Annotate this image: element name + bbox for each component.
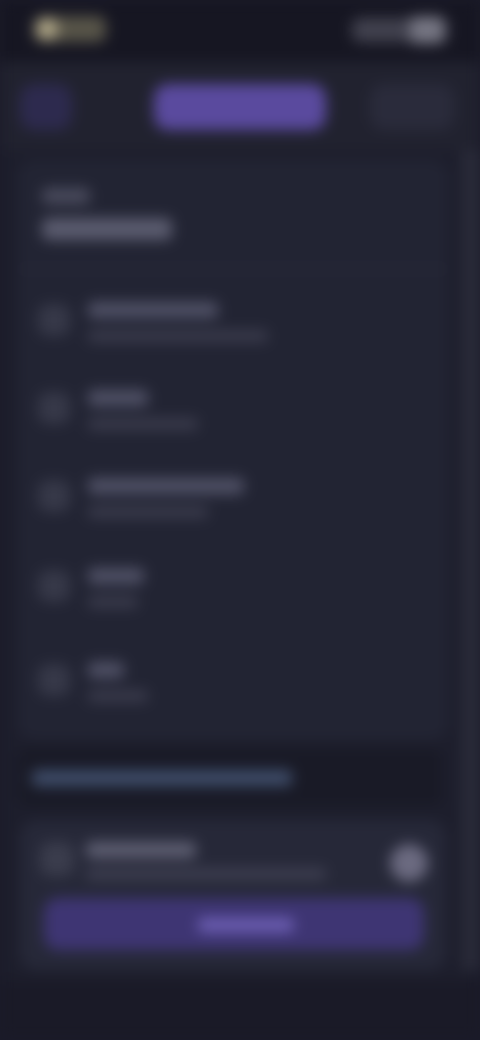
list-item-icon <box>38 480 70 512</box>
settings-card <box>18 160 448 740</box>
primary-button-label <box>198 918 294 932</box>
list-item-title <box>88 662 124 678</box>
list-item[interactable] <box>18 282 448 370</box>
card-header <box>18 160 448 270</box>
scrollbar[interactable] <box>462 150 480 970</box>
list-item-icon <box>38 570 70 602</box>
list-item-subtitle <box>88 418 198 430</box>
list-item-title <box>88 568 144 584</box>
toggle-switch[interactable] <box>390 844 428 882</box>
list-item-subtitle <box>88 690 148 702</box>
list-item-title <box>88 302 218 318</box>
list-item-subtitle <box>88 596 138 608</box>
list-item-subtitle <box>88 330 268 342</box>
list-item[interactable] <box>18 458 448 546</box>
list-item-icon <box>38 304 70 336</box>
panel-icon <box>40 842 74 876</box>
banner-text <box>32 770 292 786</box>
panel-subtitle <box>86 868 326 880</box>
action-panel <box>20 820 446 970</box>
tab-3[interactable] <box>370 84 454 130</box>
list-item-subtitle <box>88 506 208 518</box>
card-kicker <box>42 188 90 204</box>
list-item[interactable] <box>18 370 448 458</box>
list-item-title <box>88 478 244 494</box>
panel-title <box>86 842 196 858</box>
tab-bar <box>0 62 480 150</box>
status-time-icon <box>36 18 58 40</box>
list-item-title <box>88 390 148 406</box>
bottom-area <box>0 980 480 1040</box>
battery-icon <box>410 16 444 44</box>
app-screen <box>0 0 480 1040</box>
card-title <box>42 218 172 240</box>
tab-2-active[interactable] <box>154 84 326 130</box>
status-bar <box>0 0 480 62</box>
list-item[interactable] <box>18 642 448 730</box>
list-item-icon <box>38 392 70 424</box>
info-banner <box>18 748 442 806</box>
list-item-icon <box>38 664 70 696</box>
list-item[interactable] <box>18 548 448 636</box>
tab-1[interactable] <box>20 84 72 130</box>
